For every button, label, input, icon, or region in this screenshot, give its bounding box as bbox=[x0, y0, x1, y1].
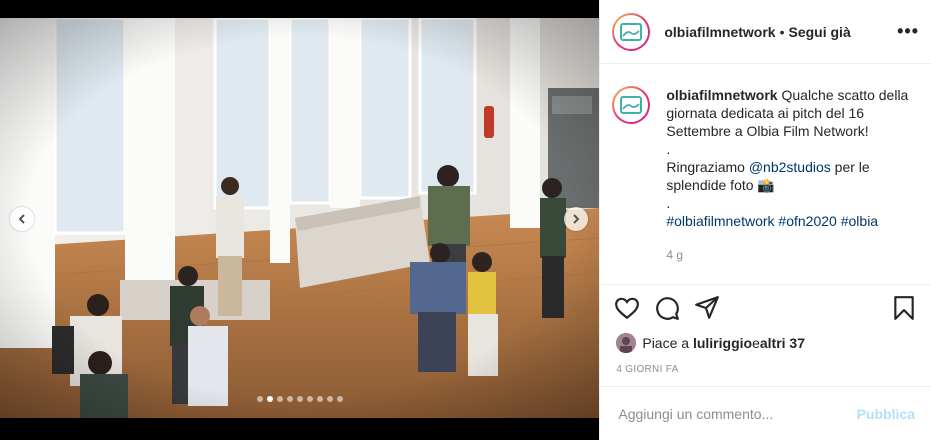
profile-avatar[interactable] bbox=[612, 12, 651, 51]
heart-icon[interactable] bbox=[614, 295, 640, 321]
publish-button[interactable]: Pubblica bbox=[857, 406, 915, 422]
carousel-dot bbox=[287, 396, 293, 402]
likes-others-link[interactable]: altri 37 bbox=[760, 335, 805, 351]
likes-middle: e bbox=[752, 335, 760, 351]
carousel-dot bbox=[317, 396, 323, 402]
header-username[interactable]: olbiafilmnetwork bbox=[664, 24, 775, 40]
follow-status-button[interactable]: Segui già bbox=[789, 24, 851, 40]
carousel-dot bbox=[267, 396, 273, 402]
chevron-left-icon bbox=[18, 214, 25, 224]
comment-input[interactable] bbox=[616, 404, 857, 423]
caption-mention-link[interactable]: @nb2studios bbox=[749, 159, 831, 175]
chevron-right-icon bbox=[573, 214, 580, 224]
hashtag-link[interactable]: #olbia bbox=[841, 213, 878, 229]
comment-icon[interactable] bbox=[654, 295, 680, 321]
likes-prefix: Piace a bbox=[642, 335, 690, 351]
post-side-panel: olbiafilmnetwork • Segui già ••• olbiafi… bbox=[599, 0, 931, 440]
caption-age: 4 g bbox=[666, 248, 684, 262]
ofn-logo-icon bbox=[620, 96, 643, 114]
ofn-logo-icon bbox=[620, 22, 643, 41]
carousel-dot bbox=[277, 396, 283, 402]
header-separator: • bbox=[779, 23, 785, 40]
carousel-dot bbox=[327, 396, 333, 402]
bookmark-icon[interactable] bbox=[891, 295, 917, 321]
museum-photo-illustration bbox=[0, 18, 600, 418]
media-pane bbox=[0, 0, 600, 440]
hashtag-link[interactable]: #ofn2020 bbox=[778, 213, 836, 229]
caption-area: olbiafilmnetwork Qualche scatto della gi… bbox=[600, 64, 931, 284]
carousel-dot bbox=[257, 396, 263, 402]
caption-avatar[interactable] bbox=[612, 86, 651, 124]
more-options-icon[interactable]: ••• bbox=[897, 21, 919, 42]
post-header: olbiafilmnetwork • Segui già ••• bbox=[600, 0, 931, 64]
liker-avatar[interactable] bbox=[616, 333, 637, 353]
caption-hashtags: #olbiafilmnetwork #ofn2020 #olbia bbox=[666, 212, 918, 230]
likes-summary: Piace a luliriggio e altri 37 bbox=[600, 330, 931, 356]
carousel-dot bbox=[337, 396, 343, 402]
carousel-prev-button[interactable] bbox=[10, 207, 34, 231]
carousel-next-button[interactable] bbox=[564, 207, 588, 231]
carousel-indicator bbox=[0, 396, 599, 402]
comment-bar: Pubblica bbox=[600, 386, 931, 440]
caption-username[interactable]: olbiafilmnetwork bbox=[666, 87, 777, 103]
caption-line-3-prefix: Ringraziamo bbox=[666, 159, 749, 175]
instagram-post-view: olbiafilmnetwork • Segui già ••• olbiafi… bbox=[0, 0, 931, 440]
post-actions-bar bbox=[600, 284, 931, 330]
caption-line-2: . bbox=[666, 141, 671, 157]
hashtag-link[interactable]: #olbiafilmnetwork bbox=[666, 213, 774, 229]
carousel-dot bbox=[307, 396, 313, 402]
carousel-dot bbox=[297, 396, 303, 402]
share-icon[interactable] bbox=[694, 295, 720, 321]
caption-text: olbiafilmnetwork Qualche scatto della gi… bbox=[666, 86, 918, 284]
caption-line-4: . bbox=[666, 195, 671, 211]
liker-username-link[interactable]: luliriggio bbox=[693, 335, 752, 351]
post-timestamp[interactable]: 4 GIORNI FA bbox=[600, 356, 931, 386]
post-photo[interactable] bbox=[0, 18, 600, 418]
